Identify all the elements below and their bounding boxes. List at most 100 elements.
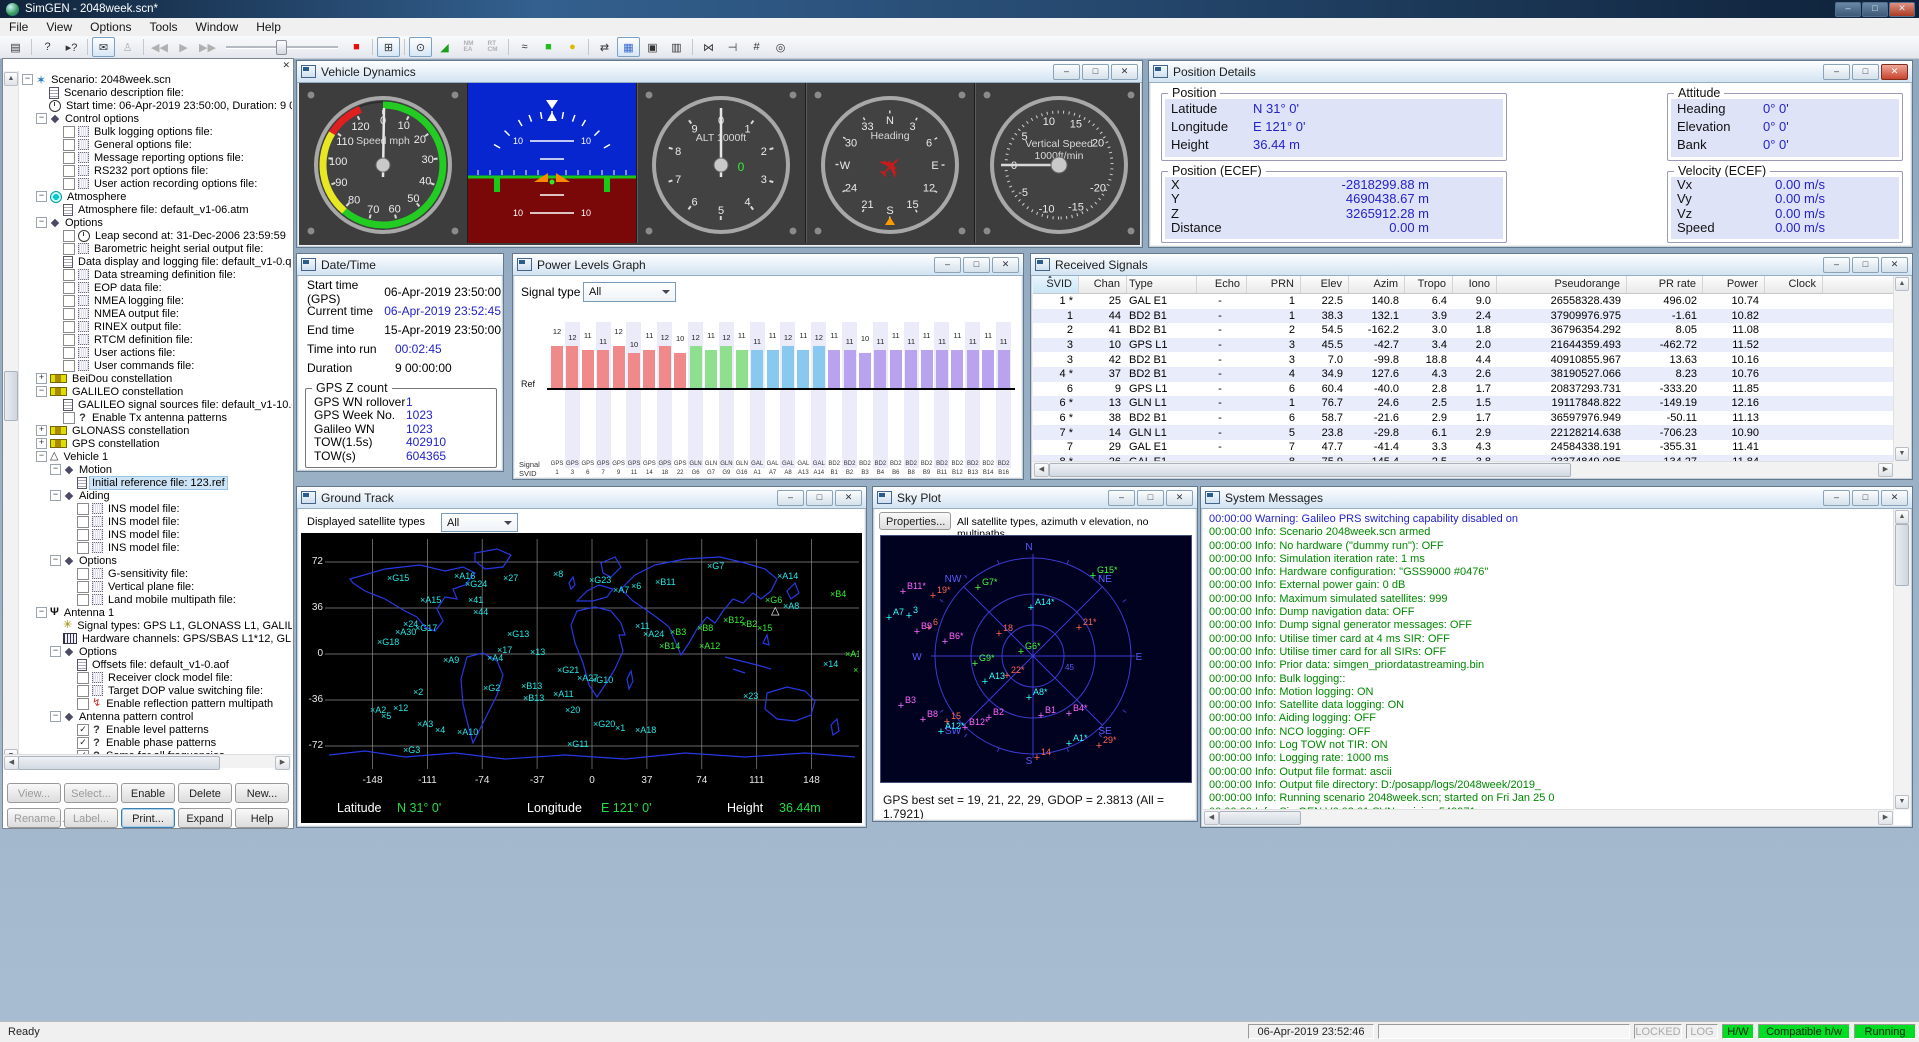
tree-row[interactable]: G-sensitivity file: [20,567,292,580]
panel-title[interactable]: Power Levels Graph –□✕ [513,254,1023,276]
tile-button[interactable]: ⇄ [593,37,616,57]
scroll-left-icon[interactable]: ◀ [1034,463,1049,477]
expand-button[interactable]: Expand [178,808,232,828]
tree-expander[interactable]: − [36,217,47,228]
menu-options[interactable]: Options [81,19,140,35]
tree-expander[interactable]: − [36,113,47,124]
table-row[interactable]: 7 *14GLN L1-523.8-29.86.12.922128214.638… [1033,425,1894,440]
rename-button[interactable]: Rename... [7,808,61,828]
tree-checkbox[interactable] [63,295,75,307]
tree-checkbox[interactable] [63,360,75,372]
tree-checkbox[interactable] [77,672,89,684]
tree-row[interactable]: +GLONASS constellation [20,424,292,437]
tree-row[interactable]: −ΨAntenna 1 [20,606,292,619]
properties-button[interactable]: Properties... [879,512,951,530]
tree-checkbox[interactable]: ✓ [77,724,89,736]
close-button[interactable]: ✕ [835,490,862,506]
scroll-up-icon[interactable]: ▲ [1895,510,1909,524]
message-log-button[interactable]: ✉ [92,37,115,57]
menu-view[interactable]: View [37,19,81,35]
column-header-chan[interactable]: Chan [1079,276,1127,293]
tree-row[interactable]: −✶Scenario: 2048week.scn [20,73,292,86]
minimize-button[interactable]: – [1108,490,1135,506]
scroll-right-icon[interactable]: ▶ [1878,463,1893,477]
user-action-button[interactable]: ♙ [116,37,139,57]
scroll-thumb[interactable] [4,371,18,421]
tree-row[interactable]: Hardware channels: GPS/SBAS L1*12, GLN L… [20,632,292,645]
panel-title[interactable]: Position Details –□✕ [1149,61,1912,83]
tree-checkbox[interactable] [63,230,75,242]
tree-checkbox[interactable] [63,347,75,359]
tree-checkbox[interactable] [63,152,75,164]
tree-checkbox[interactable] [63,412,75,424]
tree-row[interactable]: NMEA logging file: [20,294,292,307]
help-button[interactable]: Help [235,808,289,828]
signal-graph-button[interactable]: ≈ [513,37,536,57]
tree-expander[interactable]: − [50,711,61,722]
tree-row[interactable]: −△Vehicle 1 [20,450,292,463]
close-button[interactable]: ✕ [1881,257,1908,273]
stop-button[interactable]: ■ [345,37,368,57]
tree-checkbox[interactable] [77,581,89,593]
menu-window[interactable]: Window [187,19,248,35]
tree-row[interactable]: Bulk logging options file: [20,125,292,138]
table-row[interactable]: 729GAL E1-747.7-41.43.34.324584338.191-3… [1033,440,1894,455]
minimize-button[interactable]: – [1823,490,1850,506]
sm-vertical-scrollbar[interactable]: ▲ ▼ [1893,509,1910,810]
tree-row[interactable]: −Control options [20,112,292,125]
menu-help[interactable]: Help [247,19,290,35]
tree-expander[interactable]: + [36,425,47,436]
tree-checkbox[interactable] [63,334,75,346]
power-wedge-button[interactable]: ◢ [433,37,456,57]
tree-expander[interactable]: − [36,451,47,462]
rs-vertical-scrollbar[interactable]: ▲ ▼ [1893,276,1910,477]
tree-row[interactable]: INS model file: [20,528,292,541]
tree-row[interactable]: User actions file: [20,346,292,359]
column-header-azim[interactable]: Azim [1349,276,1405,293]
table-row[interactable]: 69GPS L1-660.4-40.02.81.720837293.731-33… [1033,382,1894,397]
minimize-button[interactable]: – [1053,64,1080,80]
close-button[interactable]: ✕ [1111,64,1138,80]
enable-button[interactable]: Enable [121,783,175,803]
tree-row[interactable]: Start time: 06-Apr-2019 23:50:00, Durati… [20,99,292,112]
tree-row[interactable]: −Options [20,645,292,658]
run-button[interactable]: ▶ [172,37,195,57]
new-button[interactable]: New... [235,783,289,803]
panel-title[interactable]: Vehicle Dynamics –□✕ [297,61,1142,83]
tree-expander[interactable]: − [50,464,61,475]
minimize-button[interactable]: – [1823,257,1850,273]
title-bar[interactable]: SimGEN - 2048week.scn* – □ ✕ [0,0,1919,18]
tree-checkbox[interactable] [77,698,89,710]
tree-row[interactable]: General options file: [20,138,292,151]
column-header-prn[interactable]: PRN [1247,276,1301,293]
table-row[interactable]: 4 *37BD2 B1-434.9127.64.32.638190527.066… [1033,367,1894,382]
tree-checkbox[interactable]: ✓ [77,737,89,749]
table-row[interactable]: 241BD2 B1-254.5-162.23.01.836796354.2928… [1033,323,1894,338]
layout-button[interactable]: ▥ [665,37,688,57]
tree-checkbox[interactable] [77,516,89,528]
tree-row[interactable]: INS model file: [20,502,292,515]
table-row[interactable]: 144BD2 B1-138.3132.13.92.437909976.975-1… [1033,309,1894,324]
tree-row[interactable]: −Options [20,554,292,567]
column-header-tropo[interactable]: Tropo [1405,276,1453,293]
window-minimize-button[interactable]: – [1835,2,1861,17]
restore-button[interactable]: □ [1852,257,1879,273]
tree-row[interactable]: NMEA output file: [20,307,292,320]
panel-title[interactable]: Date/Time [297,254,503,276]
tree-checkbox[interactable] [63,269,75,281]
map-button[interactable]: ■ [537,37,560,57]
tree-row[interactable]: ?Enable Tx antenna patterns [20,411,292,424]
tree-expander[interactable]: − [36,607,47,618]
tree-expander[interactable]: − [22,74,33,85]
view-button[interactable]: View... [7,783,61,803]
tree-row[interactable]: Data streaming definition file: [20,268,292,281]
panel-title[interactable]: Ground Track –□✕ [297,487,866,509]
scroll-up-icon[interactable]: ▲ [4,72,18,86]
tree-row[interactable]: RS232 port options file: [20,164,292,177]
tree-checkbox[interactable] [63,282,75,294]
rewind-button[interactable]: ◀◀ [148,37,171,57]
menu-file[interactable]: File [0,19,37,35]
column-header-iono[interactable]: Iono [1453,276,1497,293]
panel-title[interactable]: Sky Plot –□✕ [873,487,1197,509]
tree-checkbox[interactable] [77,594,89,606]
